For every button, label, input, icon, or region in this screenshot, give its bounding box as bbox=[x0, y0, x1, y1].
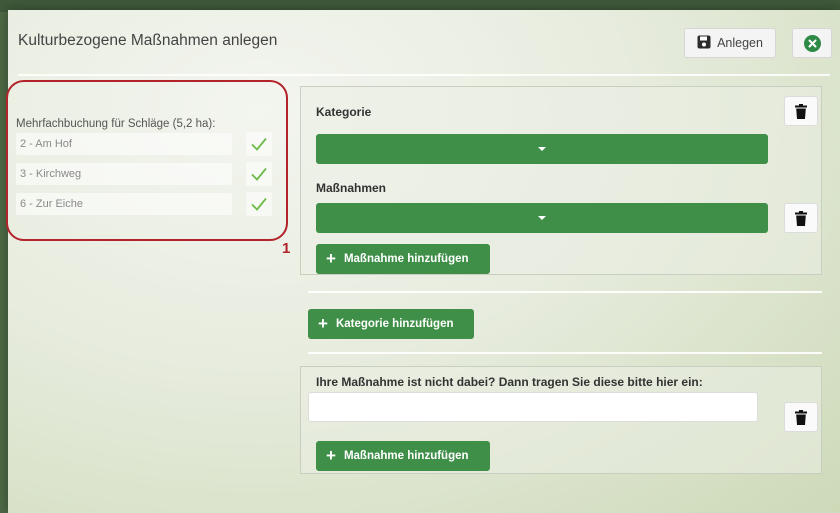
check-icon bbox=[251, 137, 267, 151]
plot-item-kirchweg[interactable]: 3 - Kirchweg bbox=[16, 163, 232, 185]
add-category-button-label: Kategorie hinzufügen bbox=[335, 318, 454, 330]
trash-icon bbox=[795, 409, 807, 425]
save-button[interactable]: Anlegen bbox=[684, 28, 776, 58]
plot-checkbox-am-hof[interactable] bbox=[246, 132, 272, 156]
custom-measure-input[interactable] bbox=[308, 392, 758, 422]
add-measure-button[interactable]: + Maßnahme hinzufügen bbox=[316, 244, 490, 274]
plot-item-zur-eiche[interactable]: 6 - Zur Eiche bbox=[16, 193, 232, 215]
measures-label: Maßnahmen bbox=[316, 181, 387, 195]
delete-measure-button[interactable] bbox=[784, 203, 818, 233]
section-divider bbox=[308, 352, 822, 354]
add-category-button[interactable]: + Kategorie hinzufügen bbox=[308, 309, 474, 339]
plot-checkbox-kirchweg[interactable] bbox=[246, 162, 272, 186]
category-select[interactable] bbox=[316, 134, 768, 164]
annotation-marker: 1 bbox=[282, 240, 291, 257]
caret-down-icon bbox=[538, 147, 546, 151]
category-label: Kategorie bbox=[316, 105, 372, 119]
plus-icon: + bbox=[326, 249, 336, 268]
custom-measure-prompt: Ihre Maßnahme ist nicht dabei? Dann trag… bbox=[316, 375, 703, 389]
plot-item-am-hof[interactable]: 2 - Am Hof bbox=[16, 133, 232, 155]
check-icon bbox=[251, 167, 267, 181]
modal-header: Kulturbezogene Maßnahmen anlegen Anlegen bbox=[8, 10, 840, 74]
add-custom-measure-button[interactable]: + Maßnahme hinzufügen bbox=[316, 441, 490, 471]
delete-category-button[interactable] bbox=[784, 96, 818, 126]
plot-selection-highlight bbox=[6, 80, 288, 241]
delete-custom-measure-button[interactable] bbox=[784, 402, 818, 432]
trash-icon bbox=[795, 210, 807, 226]
section-divider bbox=[308, 291, 822, 293]
plot-checkbox-zur-eiche[interactable] bbox=[246, 192, 272, 216]
measure-select[interactable] bbox=[316, 203, 768, 233]
check-icon bbox=[251, 197, 267, 211]
plus-icon: + bbox=[326, 446, 336, 465]
save-icon bbox=[697, 35, 711, 52]
plot-selection-heading: Mehrfachbuchung für Schläge (5,2 ha): bbox=[16, 118, 216, 130]
close-icon bbox=[803, 34, 821, 52]
save-button-label: Anlegen bbox=[717, 36, 763, 50]
header-divider bbox=[18, 74, 830, 76]
close-button[interactable] bbox=[792, 28, 832, 58]
plus-icon: + bbox=[318, 314, 328, 333]
trash-icon bbox=[795, 103, 807, 119]
add-custom-measure-button-label: Maßnahme hinzufügen bbox=[343, 450, 469, 462]
add-measure-button-label: Maßnahme hinzufügen bbox=[343, 253, 469, 265]
caret-down-icon bbox=[538, 216, 546, 220]
modal-title: Kulturbezogene Maßnahmen anlegen bbox=[18, 32, 278, 49]
